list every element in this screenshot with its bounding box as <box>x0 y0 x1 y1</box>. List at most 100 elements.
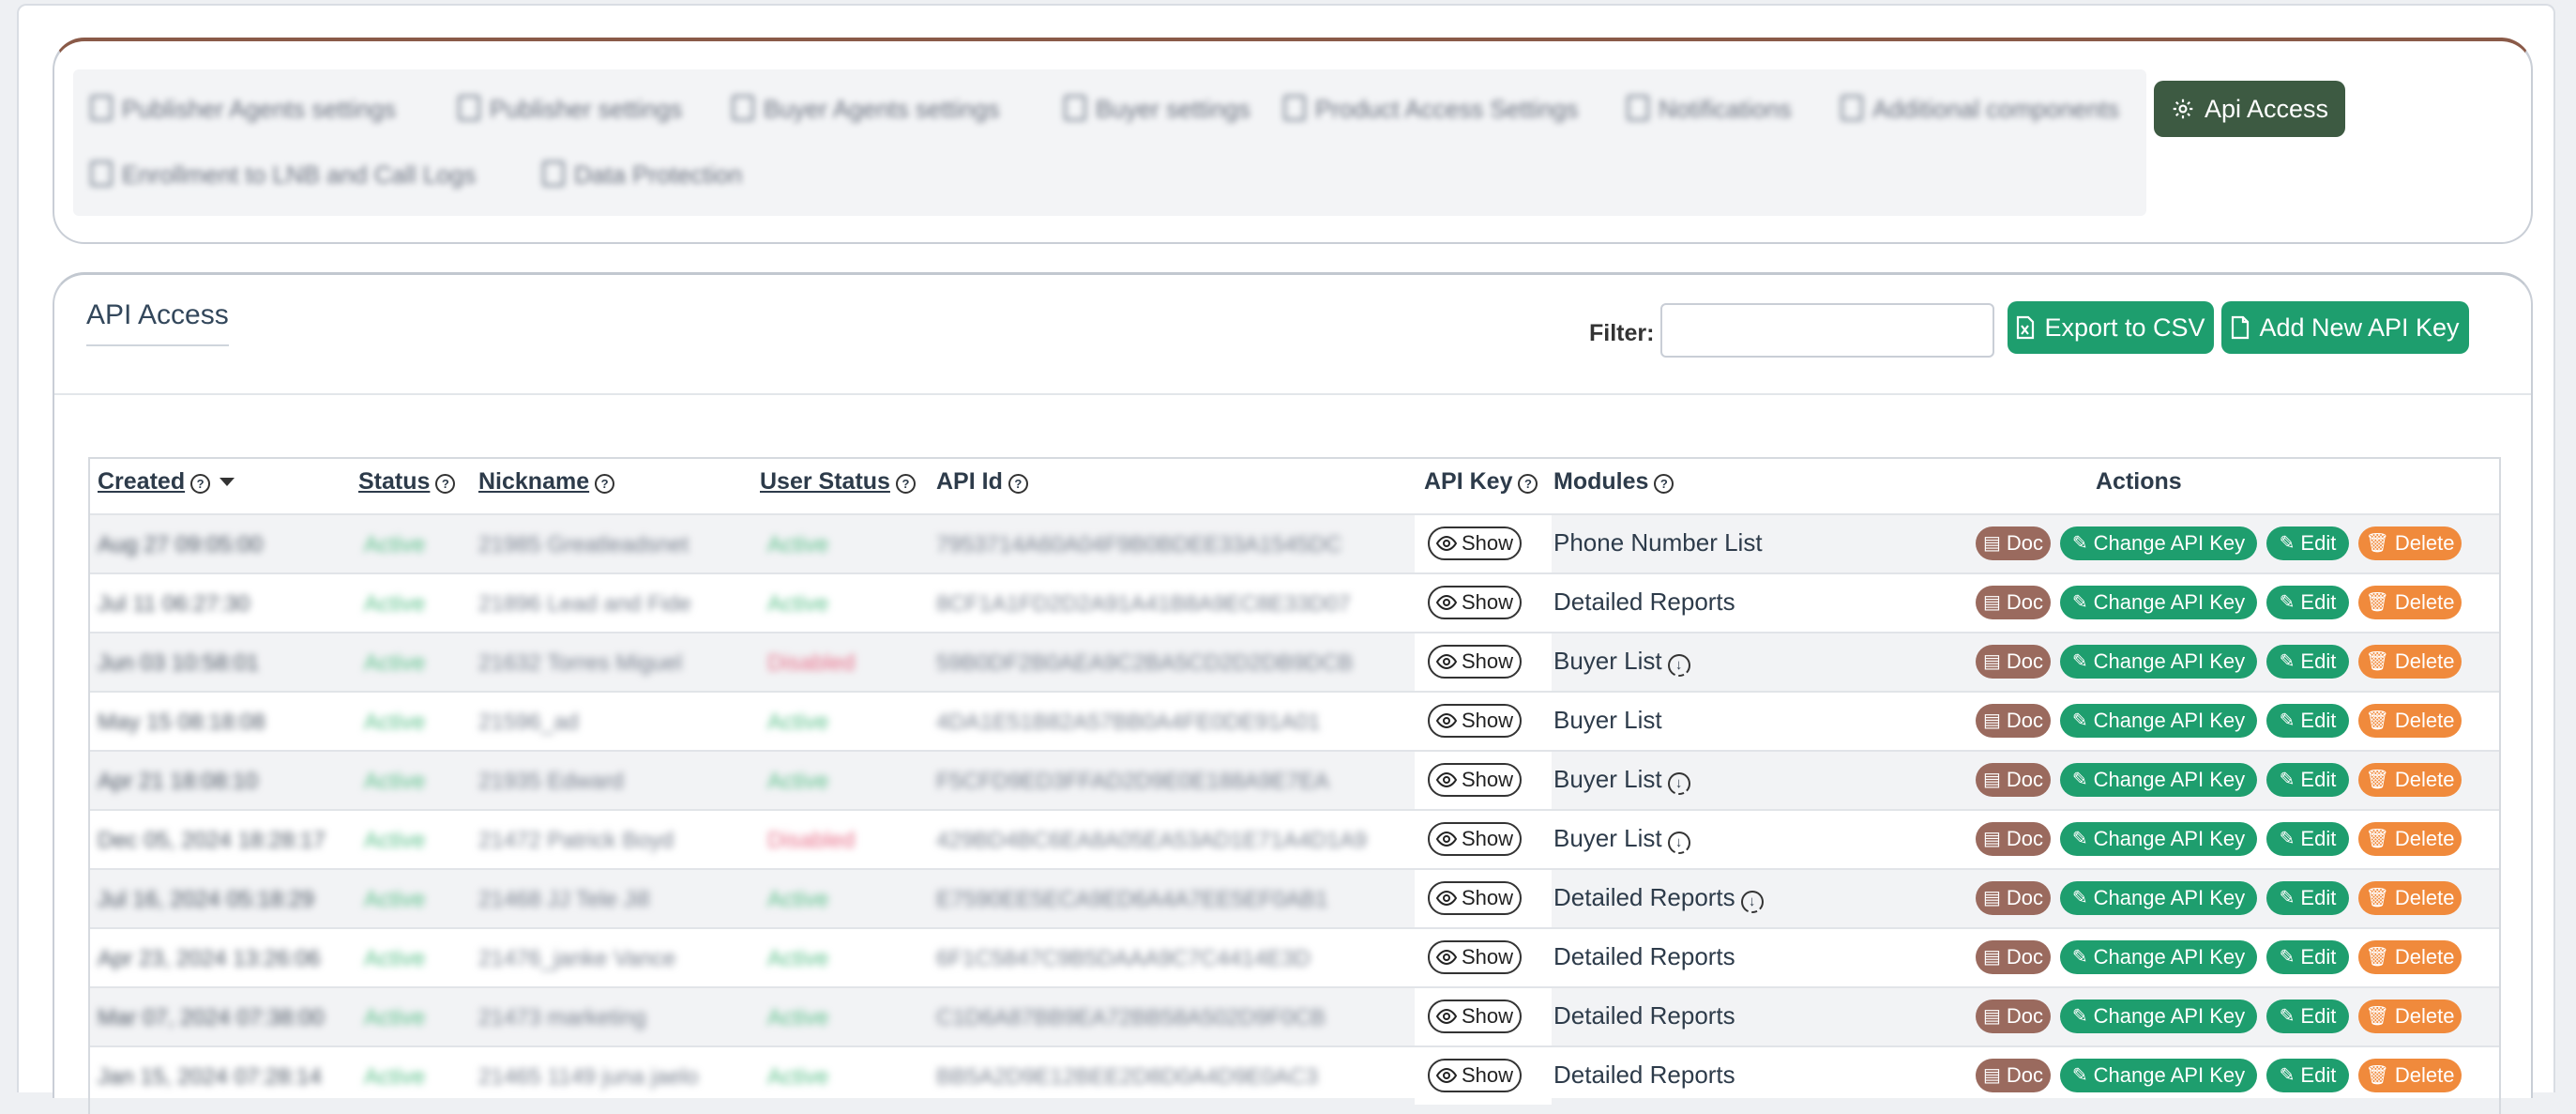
doc-button[interactable]: ▤ Doc <box>1976 586 2051 619</box>
show-api-key-button[interactable]: Show <box>1428 526 1522 560</box>
edit-button[interactable]: ✎ Edit <box>2266 822 2349 856</box>
change-api-key-button[interactable]: ✎ Change API Key <box>2060 822 2257 856</box>
doc-button[interactable]: ▤ Doc <box>1976 645 2051 679</box>
delete-button[interactable]: 🗑 Delete <box>2358 1000 2462 1033</box>
tab-buyer-agents-settings[interactable]: Buyer Agents settings <box>732 92 999 126</box>
help-icon[interactable]: ? <box>595 474 615 494</box>
tab-additional-components[interactable]: Additional components <box>1841 92 2119 126</box>
module-cell: Detailed Reports <box>1553 588 1735 617</box>
filter-label: Filter: <box>1589 320 1655 346</box>
edit-button[interactable]: ✎ Edit <box>2266 526 2349 560</box>
filter-input[interactable] <box>1660 303 1994 358</box>
doc-button[interactable]: ▤ Doc <box>1976 526 2051 560</box>
edit-button[interactable]: ✎ Edit <box>2266 1059 2349 1092</box>
help-icon[interactable]: ? <box>190 474 211 494</box>
book-icon: ▤ <box>1982 710 2001 731</box>
column-header-user-status[interactable]: User Status? <box>760 468 916 496</box>
edit-button[interactable]: ✎ Edit <box>2266 881 2349 915</box>
tab-api-access[interactable]: Api Access <box>2154 81 2345 137</box>
export-csv-button[interactable]: Export to CSV <box>2008 301 2214 354</box>
show-api-key-button[interactable]: Show <box>1428 763 1522 797</box>
edit-label: Edit <box>2300 1063 2337 1087</box>
delete-button[interactable]: 🗑 Delete <box>2358 526 2462 560</box>
show-api-key-button[interactable]: Show <box>1428 704 1522 738</box>
doc-button[interactable]: ▤ Doc <box>1976 763 2051 797</box>
doc-button[interactable]: ▤ Doc <box>1976 1000 2051 1033</box>
change-api-key-button[interactable]: ✎ Change API Key <box>2060 1000 2257 1033</box>
change-api-key-button[interactable]: ✎ Change API Key <box>2060 704 2257 738</box>
edit-label: Edit <box>2300 886 2337 909</box>
delete-button[interactable]: 🗑 Delete <box>2358 1059 2462 1092</box>
doc-label: Doc <box>2006 827 2044 850</box>
created-cell: Jul 11 06:27:30 <box>98 591 250 617</box>
edit-button[interactable]: ✎ Edit <box>2266 645 2349 679</box>
column-header-created[interactable]: Created? <box>98 468 235 496</box>
trash-icon: 🗑 <box>2365 592 2389 613</box>
bell-icon <box>1627 95 1649 121</box>
show-api-key-button[interactable]: Show <box>1428 1000 1522 1033</box>
add-api-key-button[interactable]: Add New API Key <box>2221 301 2469 354</box>
tab-publisher-settings[interactable]: Publisher settings <box>458 92 682 126</box>
edit-button[interactable]: ✎ Edit <box>2266 704 2349 738</box>
user-status-badge: Active <box>767 769 829 794</box>
help-icon[interactable]: ? <box>895 474 916 494</box>
help-icon[interactable]: ? <box>1654 474 1674 494</box>
show-api-key-button[interactable]: Show <box>1428 645 1522 679</box>
show-api-key-button[interactable]: Show <box>1428 1059 1522 1092</box>
tab-label: Publisher settings <box>490 95 683 123</box>
status-badge: Active <box>364 828 426 853</box>
doc-button[interactable]: ▤ Doc <box>1976 1059 2051 1092</box>
doc-button[interactable]: ▤ Doc <box>1976 704 2051 738</box>
tab-product-access-settings[interactable]: Product Access Settings <box>1283 92 1578 126</box>
doc-label: Doc <box>2006 945 2044 969</box>
show-api-key-button[interactable]: Show <box>1428 586 1522 619</box>
delete-button[interactable]: 🗑 Delete <box>2358 763 2462 797</box>
show-api-key-button[interactable]: Show <box>1428 822 1522 856</box>
edit-button[interactable]: ✎ Edit <box>2266 586 2349 619</box>
tab-notifications[interactable]: Notifications <box>1627 92 1792 126</box>
change-api-key-button[interactable]: ✎ Change API Key <box>2060 526 2257 560</box>
download-icon[interactable]: ↓ <box>1667 654 1690 677</box>
change-api-key-button[interactable]: ✎ Change API Key <box>2060 881 2257 915</box>
download-icon[interactable]: ↓ <box>1740 891 1764 913</box>
column-header-nickname[interactable]: Nickname? <box>478 468 615 496</box>
doc-button[interactable]: ▤ Doc <box>1976 881 2051 915</box>
user-status-badge: Active <box>767 1064 829 1090</box>
module-label: Detailed Reports <box>1553 588 1735 616</box>
show-api-key-button[interactable]: Show <box>1428 940 1522 974</box>
change-api-key-button[interactable]: ✎ Change API Key <box>2060 645 2257 679</box>
change-api-key-button[interactable]: ✎ Change API Key <box>2060 940 2257 974</box>
edit-button[interactable]: ✎ Edit <box>2266 763 2349 797</box>
doc-button[interactable]: ▤ Doc <box>1976 822 2051 856</box>
delete-button[interactable]: 🗑 Delete <box>2358 940 2462 974</box>
change-api-key-button[interactable]: ✎ Change API Key <box>2060 763 2257 797</box>
help-icon[interactable]: ? <box>1518 474 1538 494</box>
edit-icon: ✎ <box>2071 1006 2088 1027</box>
table-row: Apr 21 18:08:10 Active 21935 Edward Active F… <box>90 750 2499 809</box>
column-header-status[interactable]: Status? <box>358 468 456 496</box>
eye-icon <box>1435 1068 1457 1083</box>
delete-button[interactable]: 🗑 Delete <box>2358 586 2462 619</box>
delete-button[interactable]: 🗑 Delete <box>2358 645 2462 679</box>
tab-label: Product Access Settings <box>1315 95 1579 123</box>
help-icon[interactable]: ? <box>1008 474 1028 494</box>
tab-label: Data Protection <box>574 160 743 189</box>
change-api-key-button[interactable]: ✎ Change API Key <box>2060 1059 2257 1092</box>
show-api-key-button[interactable]: Show <box>1428 881 1522 915</box>
api-keys-table: Created? Status? Nickname? User Status? … <box>88 457 2501 1114</box>
nickname-cell: 21476_janke Vance <box>478 946 676 971</box>
tab-data-protection[interactable]: Data Protection <box>542 158 742 191</box>
delete-button[interactable]: 🗑 Delete <box>2358 704 2462 738</box>
doc-button[interactable]: ▤ Doc <box>1976 940 2051 974</box>
delete-button[interactable]: 🗑 Delete <box>2358 881 2462 915</box>
download-icon[interactable]: ↓ <box>1667 772 1690 795</box>
delete-button[interactable]: 🗑 Delete <box>2358 822 2462 856</box>
change-api-key-button[interactable]: ✎ Change API Key <box>2060 586 2257 619</box>
tab-buyer-settings[interactable]: Buyer settings <box>1064 92 1250 126</box>
edit-button[interactable]: ✎ Edit <box>2266 940 2349 974</box>
download-icon[interactable]: ↓ <box>1667 832 1690 854</box>
tab-enrollment[interactable]: Enrollment to LNB and Call Logs <box>90 158 476 191</box>
tab-publisher-agents-settings[interactable]: Publisher Agents settings <box>90 92 396 126</box>
edit-button[interactable]: ✎ Edit <box>2266 1000 2349 1033</box>
help-icon[interactable]: ? <box>435 474 456 494</box>
